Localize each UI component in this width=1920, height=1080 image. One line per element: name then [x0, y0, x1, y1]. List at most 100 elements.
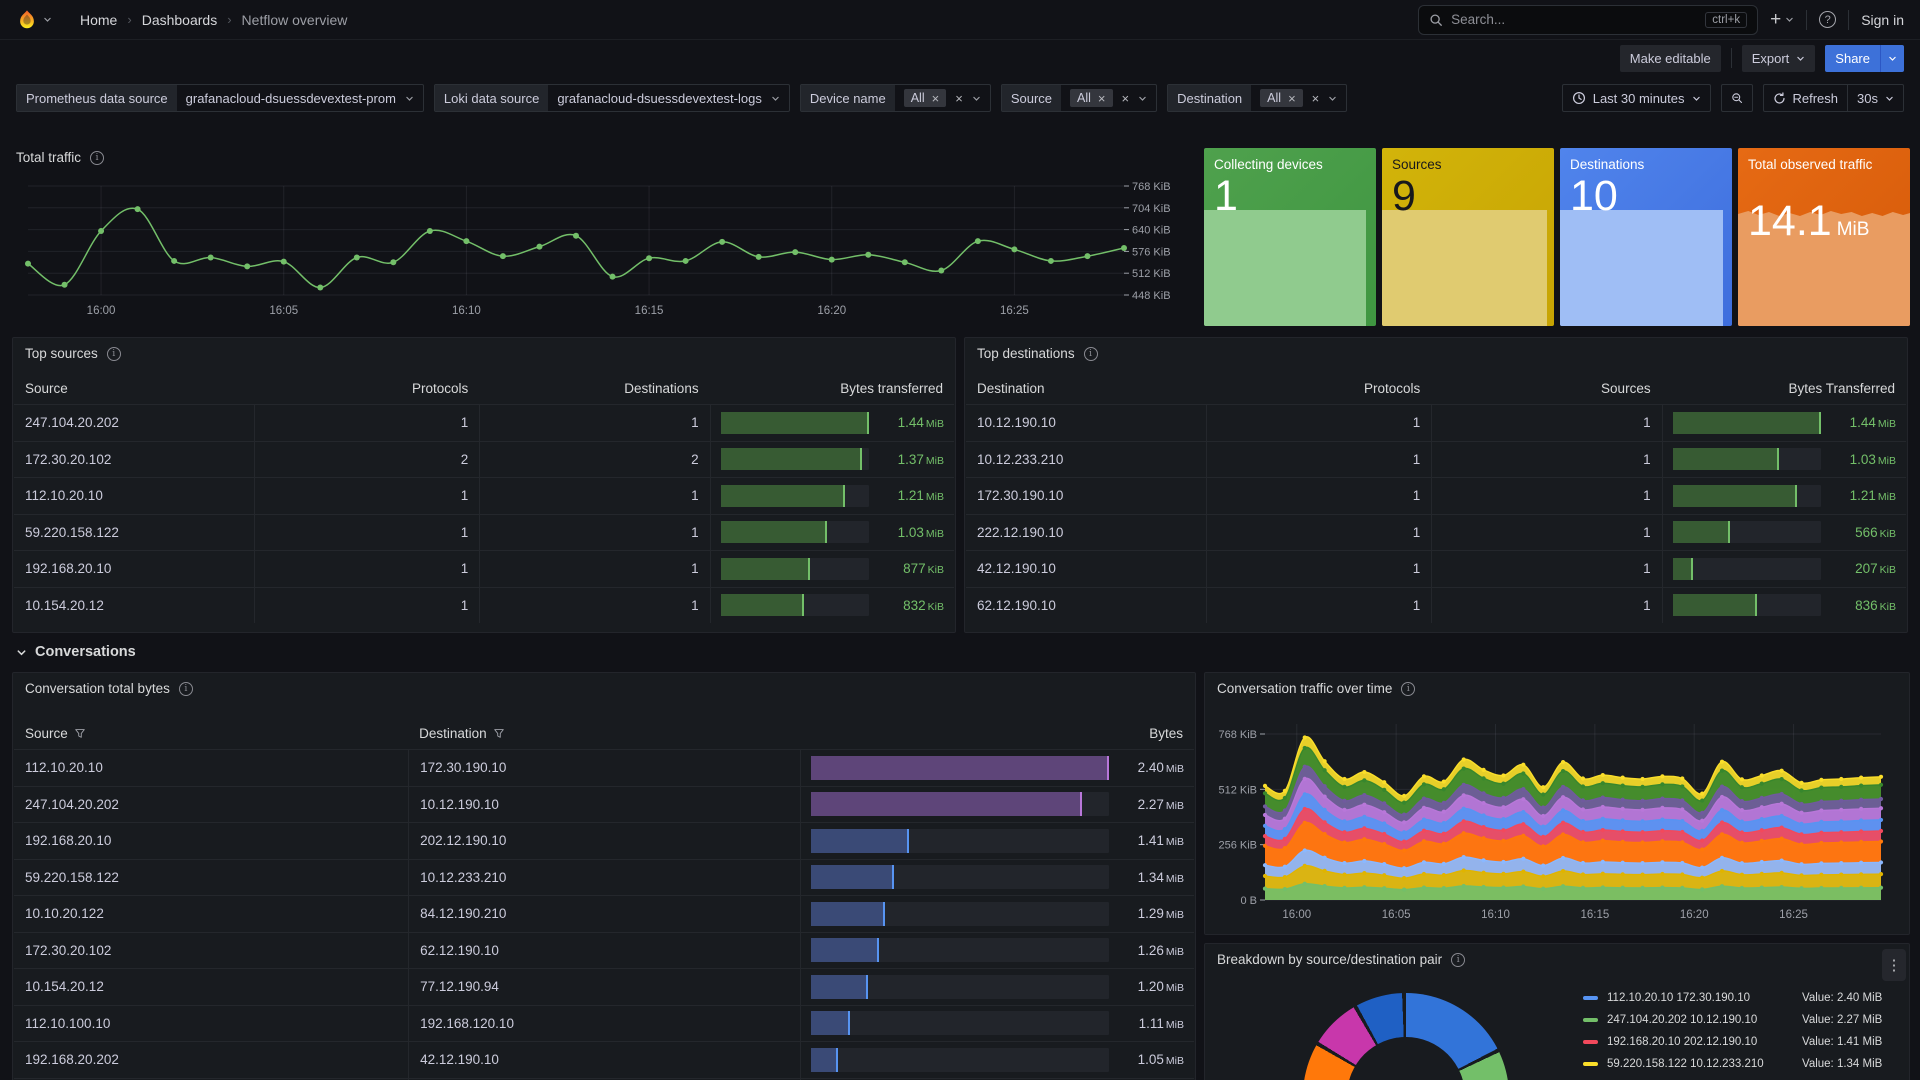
info-icon[interactable] [90, 151, 104, 165]
search-shortcut: ctrl+k [1705, 12, 1747, 28]
stat-panels: Collecting devices1Sources9Destinations1… [1204, 148, 1910, 326]
info-icon[interactable] [107, 347, 121, 361]
info-icon[interactable] [1451, 953, 1465, 967]
remove-chip-icon[interactable]: × [1288, 92, 1296, 105]
dashboard-toolbar: Make editable Export Share [0, 40, 1920, 76]
time-range-picker[interactable]: Last 30 minutes [1562, 84, 1711, 112]
filter-chip[interactable]: All× [904, 89, 947, 107]
column-header[interactable]: Source [14, 726, 408, 741]
time-controls: Last 30 minutes Refresh 30s [1562, 84, 1904, 112]
gauge-bar [1673, 448, 1780, 470]
filter-value[interactable]: All×× [895, 85, 990, 111]
share-menu-button[interactable] [1880, 45, 1904, 72]
filter-source[interactable]: SourceAll×× [1001, 84, 1157, 112]
panel-title[interactable]: Conversation total bytes [25, 681, 170, 696]
search-box[interactable]: ctrl+k [1418, 5, 1758, 35]
bytes-gauge-cell: 1.44MiB [1662, 405, 1906, 441]
table-row: 59.220.158.122111.03MiB [14, 514, 954, 551]
clear-filter-icon[interactable]: × [1122, 92, 1130, 105]
conversations-section-toggle[interactable]: Conversations [16, 644, 136, 660]
clear-filter-icon[interactable]: × [955, 92, 963, 105]
table-row: 112.10.100.10192.168.120.101.11MiB [14, 1005, 1194, 1042]
bytes-gauge-cell: 207KiB [1662, 551, 1906, 587]
table-row: 247.104.20.20210.12.190.102.27MiB [14, 786, 1194, 823]
column-header[interactable]: Sources [1431, 381, 1661, 396]
filter-value[interactable]: grafanacloud-dsuessdevextest-prom [177, 85, 423, 111]
bytes-gauge-cell: 1.44MiB [710, 405, 954, 441]
bytes-gauge-cell: 566KiB [1662, 515, 1906, 551]
column-header[interactable]: Protocols [254, 381, 480, 396]
bytes-value: 1.34MiB [1118, 870, 1184, 885]
panel-menu-icon[interactable]: ⋮ [1882, 949, 1906, 981]
info-icon[interactable] [179, 682, 193, 696]
table-row: 42.12.190.1011207KiB [966, 550, 1906, 587]
bytes-value: 1.37MiB [878, 452, 944, 467]
source-cell: 192.168.20.10 [14, 823, 408, 859]
panel-title[interactable]: Top destinations [977, 346, 1075, 361]
breadcrumb-home[interactable]: Home [80, 12, 117, 28]
gauge-endline [860, 448, 862, 470]
filter-icon[interactable] [493, 727, 505, 739]
refresh-button[interactable]: Refresh [1764, 85, 1849, 111]
refresh-interval-select[interactable]: 30s [1848, 85, 1903, 111]
cell-value: 1 [1431, 551, 1661, 587]
column-header[interactable]: Protocols [1206, 381, 1432, 396]
column-header[interactable]: Destinations [479, 381, 709, 396]
cell-value: 1 [1206, 551, 1432, 587]
filter-value[interactable]: All×× [1061, 85, 1156, 111]
search-input[interactable] [1451, 12, 1697, 27]
add-button[interactable]: + [1770, 10, 1794, 29]
panel-title[interactable]: Breakdown by source/destination pair [1217, 952, 1442, 967]
legend-item[interactable]: 59.220.158.122 10.12.233.210Value: 1.34 … [1583, 1056, 1882, 1071]
export-button[interactable]: Export [1742, 45, 1816, 72]
filter-device-name[interactable]: Device nameAll×× [800, 84, 991, 112]
remove-chip-icon[interactable]: × [932, 92, 940, 105]
gauge-endline [843, 485, 845, 507]
filter-loki-data-source[interactable]: Loki data sourcegrafanacloud-dsuessdevex… [434, 84, 790, 112]
bytes-gauge-cell: 1.37MiB [710, 442, 954, 478]
breadcrumb-dashboards[interactable]: Dashboards [142, 12, 218, 28]
make-editable-button[interactable]: Make editable [1620, 45, 1721, 72]
table-header: SourceDestinationBytes [14, 717, 1194, 749]
legend-item[interactable]: 247.104.20.202 10.12.190.10Value: 2.27 M… [1583, 1012, 1882, 1027]
info-icon[interactable] [1084, 347, 1098, 361]
filter-icon[interactable] [74, 727, 86, 739]
top-sources-panel: Top sources SourceProtocolsDestinationsB… [12, 337, 956, 633]
svg-text:16:15: 16:15 [635, 305, 664, 317]
legend-item[interactable]: 112.10.20.10 172.30.190.10Value: 2.40 Mi… [1583, 990, 1882, 1005]
column-header[interactable]: Bytes Transferred [1662, 381, 1906, 396]
filter-prometheus-data-source[interactable]: Prometheus data sourcegrafanacloud-dsues… [16, 84, 424, 112]
bytes-value: 1.41MiB [1118, 833, 1184, 848]
zoom-out-button[interactable] [1721, 84, 1753, 112]
share-button[interactable]: Share [1825, 45, 1880, 72]
column-header[interactable]: Bytes [800, 726, 1194, 741]
column-header[interactable]: Destination [966, 381, 1206, 396]
column-header[interactable]: Source [14, 381, 254, 396]
filter-destination[interactable]: DestinationAll×× [1167, 84, 1347, 112]
gauge-track [721, 412, 869, 434]
column-header[interactable]: Destination [408, 726, 800, 741]
stat-value-number: 14.1 [1748, 200, 1832, 243]
zoom-out-icon [1731, 91, 1743, 105]
remove-chip-icon[interactable]: × [1098, 92, 1106, 105]
panel-title[interactable]: Conversation traffic over time [1217, 681, 1392, 696]
gauge-track [811, 938, 1109, 962]
panel-title[interactable]: Total traffic [16, 150, 81, 165]
clear-filter-icon[interactable]: × [1312, 92, 1320, 105]
gauge-endline [836, 1048, 838, 1072]
filter-chip[interactable]: All× [1260, 89, 1303, 107]
gauge-track [811, 792, 1109, 816]
help-icon[interactable]: ? [1819, 11, 1836, 28]
filter-value[interactable]: All×× [1251, 85, 1346, 111]
info-icon[interactable] [1401, 682, 1415, 696]
legend-item[interactable]: 192.168.20.10 202.12.190.10Value: 1.41 M… [1583, 1034, 1882, 1049]
grafana-logo-icon[interactable] [16, 9, 52, 31]
cell-value: 2 [254, 442, 480, 478]
filter-chip[interactable]: All× [1070, 89, 1113, 107]
sign-in-button[interactable]: Sign in [1861, 12, 1904, 28]
filter-selected-value: grafanacloud-dsuessdevextest-prom [186, 91, 396, 106]
panel-title[interactable]: Top sources [25, 346, 98, 361]
destination-cell: 202.12.190.10 [408, 823, 800, 859]
filter-value[interactable]: grafanacloud-dsuessdevextest-logs [548, 85, 789, 111]
column-header[interactable]: Bytes transferred [710, 381, 954, 396]
